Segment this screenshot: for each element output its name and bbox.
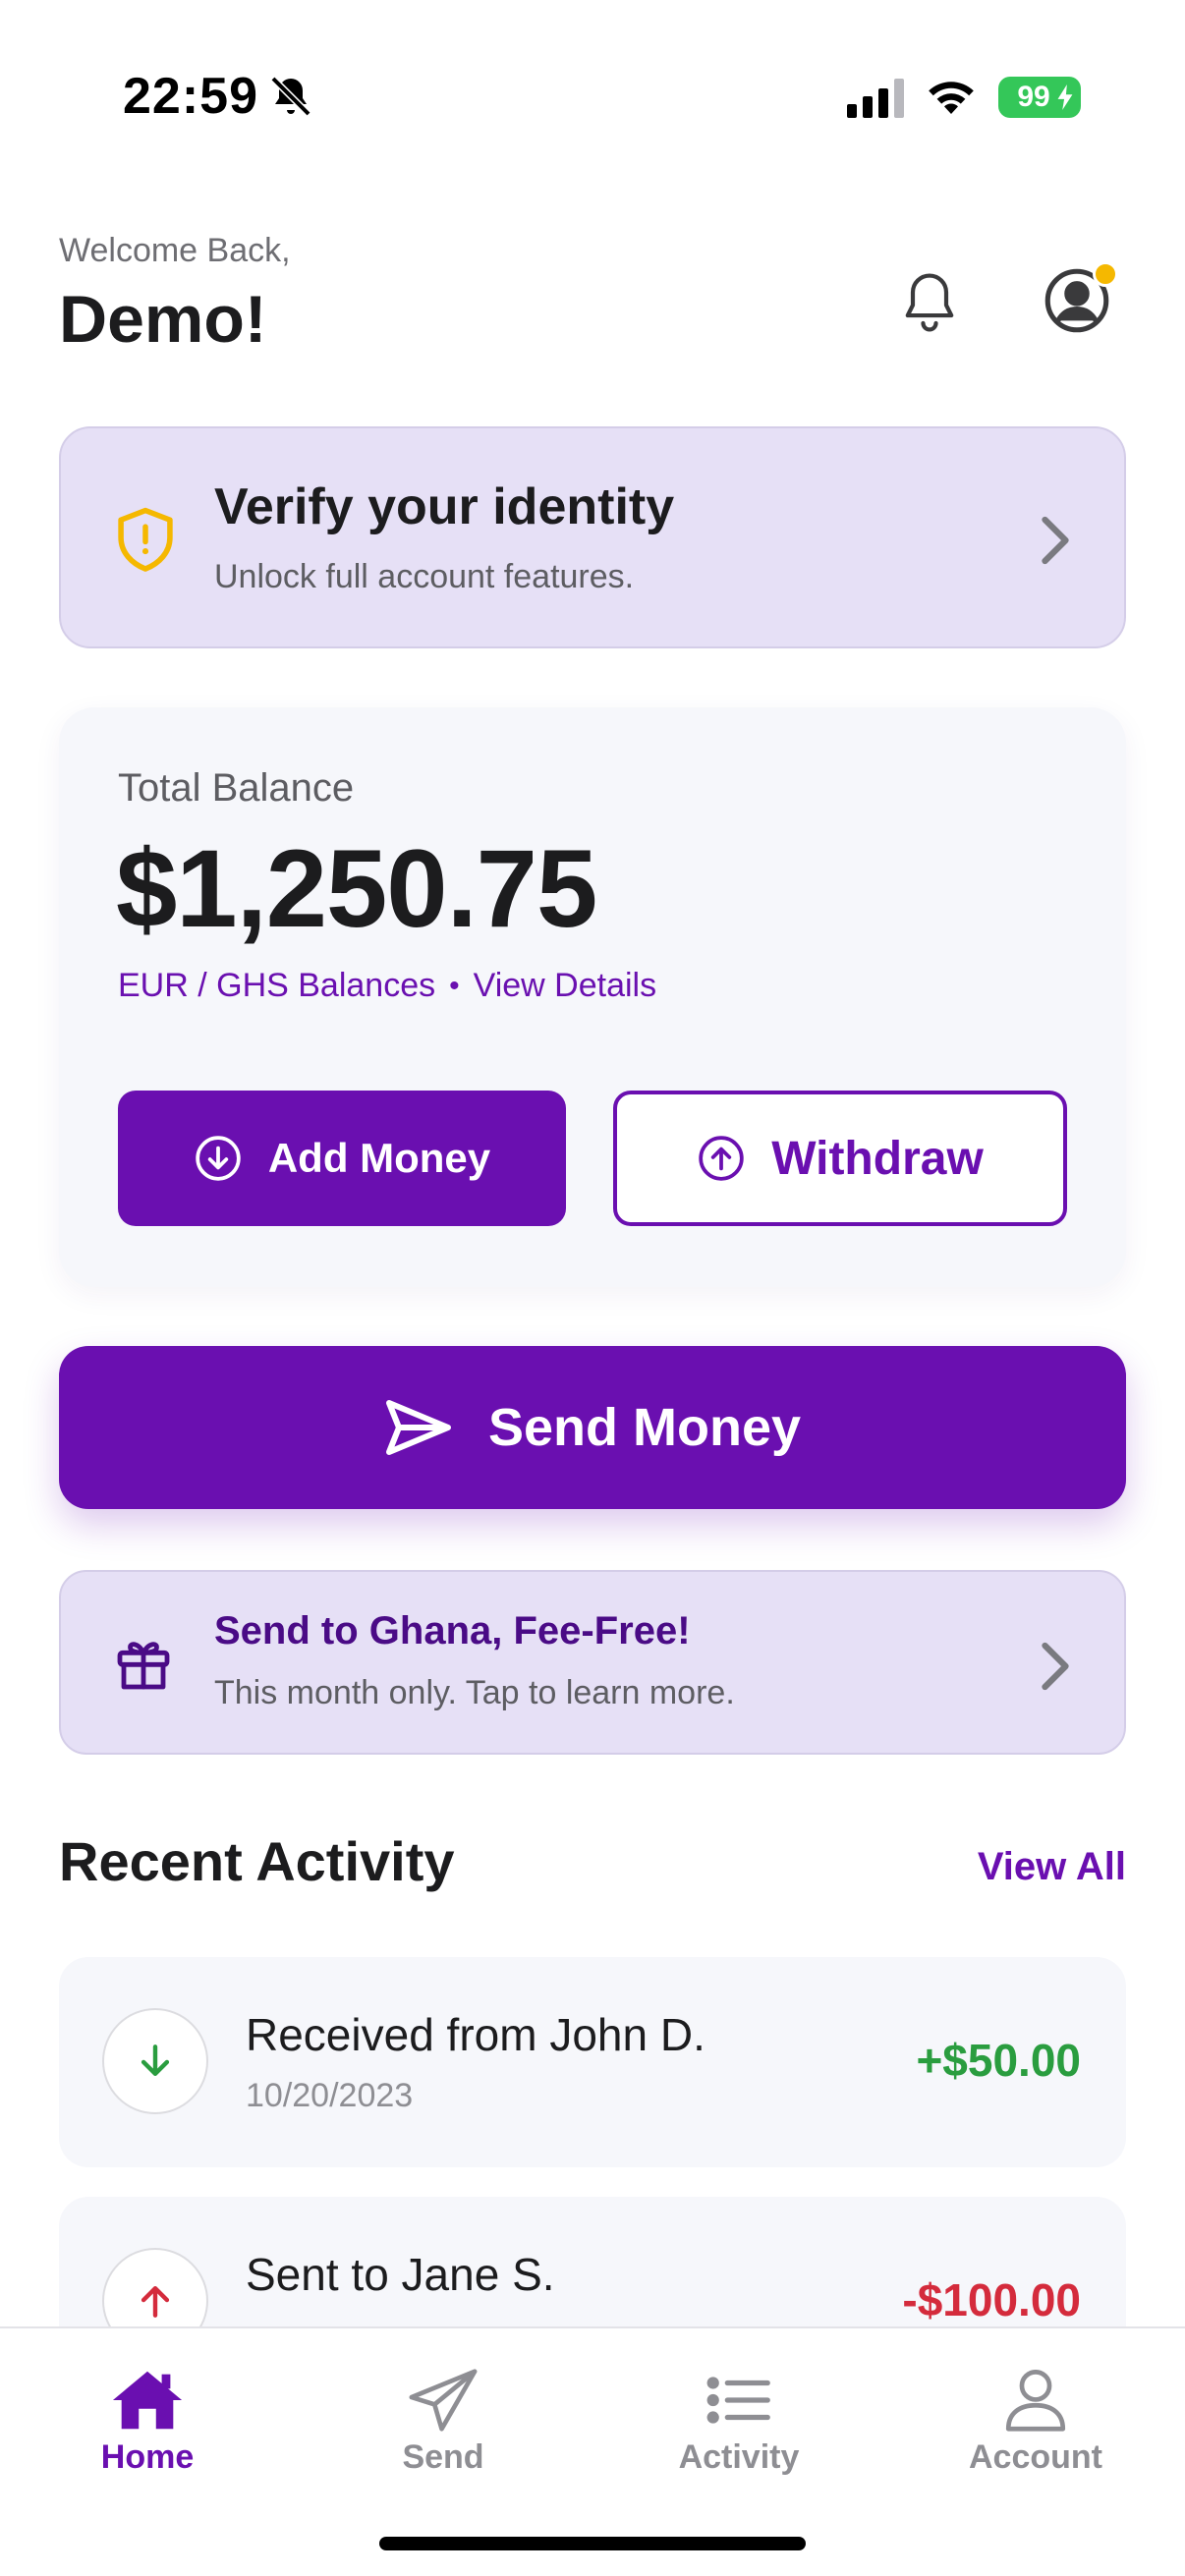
arrow-up-circle-icon: [699, 1136, 744, 1181]
chevron-right-icon: [1042, 516, 1069, 565]
person-icon: [1005, 2370, 1066, 2432]
notification-dot: [1093, 261, 1118, 287]
transaction-title: Sent to Jane S.: [246, 2249, 555, 2300]
promo-subtitle: This month only. Tap to learn more.: [214, 1674, 735, 1711]
tab-activity[interactable]: Activity: [641, 2368, 837, 2486]
home-icon: [112, 2371, 183, 2430]
arrow-down-icon: [141, 2044, 170, 2077]
bell-slash-icon: [270, 76, 311, 117]
gift-icon: [117, 1642, 170, 1690]
promo-title: Send to Ghana, Fee-Free!: [214, 1609, 691, 1652]
tab-label: Activity: [678, 2438, 800, 2476]
paper-plane-icon: [385, 1400, 451, 1455]
promo-card[interactable]: Send to Ghana, Fee-Free! This month only…: [59, 1570, 1126, 1755]
transaction-amount: +$50.00: [916, 2035, 1081, 2086]
status-time: 22:59: [123, 68, 258, 125]
balance-label: Total Balance: [118, 766, 355, 810]
charging-bolt-icon: [1057, 84, 1073, 110]
bell-icon: [905, 273, 954, 332]
currency-balances-link[interactable]: EUR / GHS Balances: [118, 967, 435, 1005]
balance-card: Total Balance $1,250.75 EUR / GHS Balanc…: [59, 707, 1126, 1287]
withdraw-label: Withdraw: [771, 1132, 984, 1185]
paper-plane-icon: [409, 2369, 478, 2432]
shield-warning-icon: [118, 507, 173, 572]
list-icon: [706, 2377, 770, 2424]
arrow-down-circle-icon: [196, 1136, 241, 1181]
tab-label: Account: [969, 2438, 1102, 2476]
withdraw-button[interactable]: Withdraw: [613, 1091, 1067, 1226]
verify-title: Verify your identity: [214, 478, 675, 535]
link-separator: •: [449, 969, 460, 1002]
username-heading: Demo!: [59, 282, 267, 357]
balance-links: EUR / GHS Balances • View Details: [118, 967, 656, 1005]
add-money-button[interactable]: Add Money: [118, 1091, 566, 1226]
recent-activity-heading: Recent Activity: [59, 1830, 455, 1892]
balance-amount: $1,250.75: [116, 827, 597, 950]
send-money-button[interactable]: Send Money: [59, 1346, 1126, 1509]
battery-level: 99: [1017, 81, 1050, 113]
tab-account[interactable]: Account: [937, 2368, 1134, 2486]
send-money-label: Send Money: [487, 1398, 802, 1457]
view-all-link[interactable]: View All: [978, 1845, 1126, 1889]
tab-label: Send: [402, 2438, 484, 2476]
add-money-label: Add Money: [267, 1135, 491, 1181]
status-bar: 22:59 99: [0, 0, 1185, 187]
chevron-right-icon: [1042, 1642, 1069, 1691]
tab-send[interactable]: Send: [345, 2368, 541, 2486]
tab-home[interactable]: Home: [49, 2368, 246, 2486]
notifications-button[interactable]: [894, 267, 965, 338]
cellular-signal-icon: [847, 79, 904, 118]
transaction-row[interactable]: Received from John D. 10/20/2023 +$50.00: [59, 1957, 1126, 2167]
transaction-date: 10/20/2023: [246, 2077, 414, 2114]
transaction-amount: -$100.00: [902, 2274, 1081, 2325]
transaction-title: Received from John D.: [246, 2009, 705, 2060]
home-indicator: [379, 2537, 806, 2550]
arrow-up-icon: [141, 2285, 170, 2318]
verify-subtitle: Unlock full account features.: [214, 558, 635, 595]
verify-identity-card[interactable]: Verify your identity Unlock full account…: [59, 426, 1126, 648]
transaction-icon: [102, 2008, 208, 2114]
tab-label: Home: [100, 2438, 195, 2476]
view-details-link[interactable]: View Details: [474, 967, 656, 1005]
battery-indicator: 99: [998, 77, 1081, 118]
welcome-text: Welcome Back,: [59, 232, 291, 269]
profile-button[interactable]: [1040, 261, 1118, 338]
wifi-icon: [929, 82, 974, 114]
